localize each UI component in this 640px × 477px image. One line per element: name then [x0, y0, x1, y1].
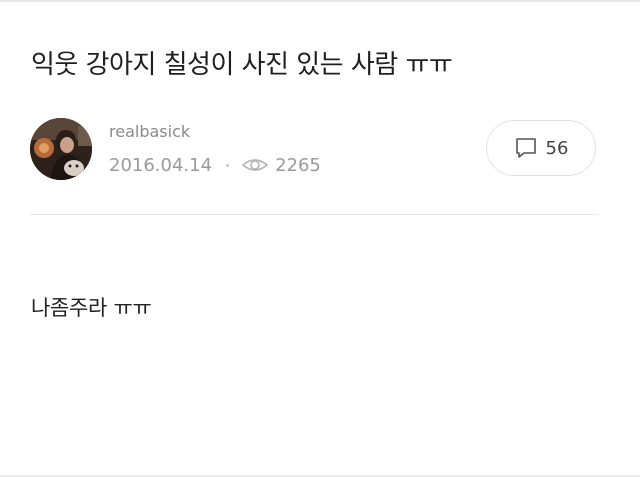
- author-avatar[interactable]: [30, 118, 92, 180]
- speech-bubble-icon: [514, 136, 538, 160]
- post-title: 익웃 강아지 칠성이 사진 있는 사람 ㅠㅠ: [31, 50, 453, 80]
- top-border: [0, 0, 640, 2]
- header-divider: [30, 214, 598, 215]
- author-row: realbasick 2016.04.14 2265 56: [30, 116, 598, 182]
- post-meta: 2016.04.14 2265: [109, 153, 321, 177]
- post-date: 2016.04.14: [109, 154, 213, 176]
- comment-count: 56: [545, 137, 569, 159]
- eye-icon: [241, 156, 269, 174]
- view-count: 2265: [275, 154, 321, 176]
- meta-separator: [226, 163, 230, 167]
- avatar-photo: [30, 118, 92, 180]
- post-body: 나좀주라 ㅠㅠ: [31, 296, 152, 320]
- author-name[interactable]: realbasick: [109, 122, 190, 141]
- comments-button[interactable]: 56: [486, 120, 596, 176]
